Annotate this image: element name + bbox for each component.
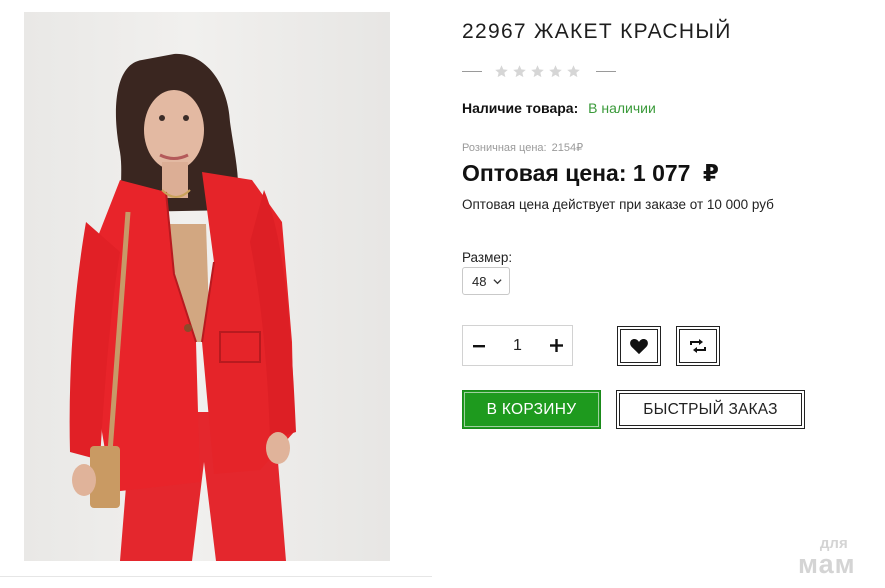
rating-dash-right [596,71,616,72]
product-photo-illustration [69,53,296,561]
currency-symbol: ₽ [702,160,719,186]
minus-icon[interactable] [471,338,487,354]
wholesale-price-label: Оптовая цена: [462,160,627,186]
size-selected-value: 48 [472,273,487,289]
wholesale-price-value: 1 077 [632,160,691,186]
availability-value: В наличии [588,100,656,116]
wholesale-price: Оптовая цена: 1 077 ₽ [462,160,719,187]
wishlist-button[interactable] [617,326,661,366]
divider-line [0,576,432,577]
retail-price-label: Розничная цена: [462,142,547,154]
quantity-stepper: 1 [462,325,573,366]
availability-label: Наличие товара: [462,100,579,116]
size-label: Размер: [462,250,513,265]
rating-stars[interactable] [494,64,584,79]
star-icon[interactable] [548,64,563,79]
retail-price-value: 2154₽ [551,142,584,154]
star-icon[interactable] [494,64,509,79]
watermark-line2: мам [798,549,856,579]
compare-button[interactable] [676,326,720,366]
add-to-cart-button[interactable]: В КОРЗИНУ [462,390,601,429]
star-icon[interactable] [530,64,545,79]
watermark-logo: для мам [798,536,856,578]
quick-order-button[interactable]: БЫСТРЫЙ ЗАКАЗ [616,390,805,429]
star-icon[interactable] [512,64,527,79]
product-title: 22967 ЖАКЕТ КРАСНЫЙ [462,20,732,43]
chevron-down-icon [493,279,502,285]
heart-icon [630,338,648,355]
wholesale-note: Оптовая цена действует при заказе от 10 … [462,197,774,212]
retail-price: Розничная цена: 2154₽ [462,141,583,154]
quantity-value[interactable]: 1 [513,337,522,355]
product-image[interactable] [24,12,390,561]
compare-icon [690,339,706,353]
rating-dash-left [462,71,482,72]
availability: Наличие товара: В наличии [462,100,656,116]
rating [462,64,616,79]
quick-order-label: БЫСТРЫЙ ЗАКАЗ [643,400,778,418]
plus-icon[interactable] [548,338,564,354]
star-icon[interactable] [566,64,581,79]
size-select[interactable]: 48 [462,267,510,295]
